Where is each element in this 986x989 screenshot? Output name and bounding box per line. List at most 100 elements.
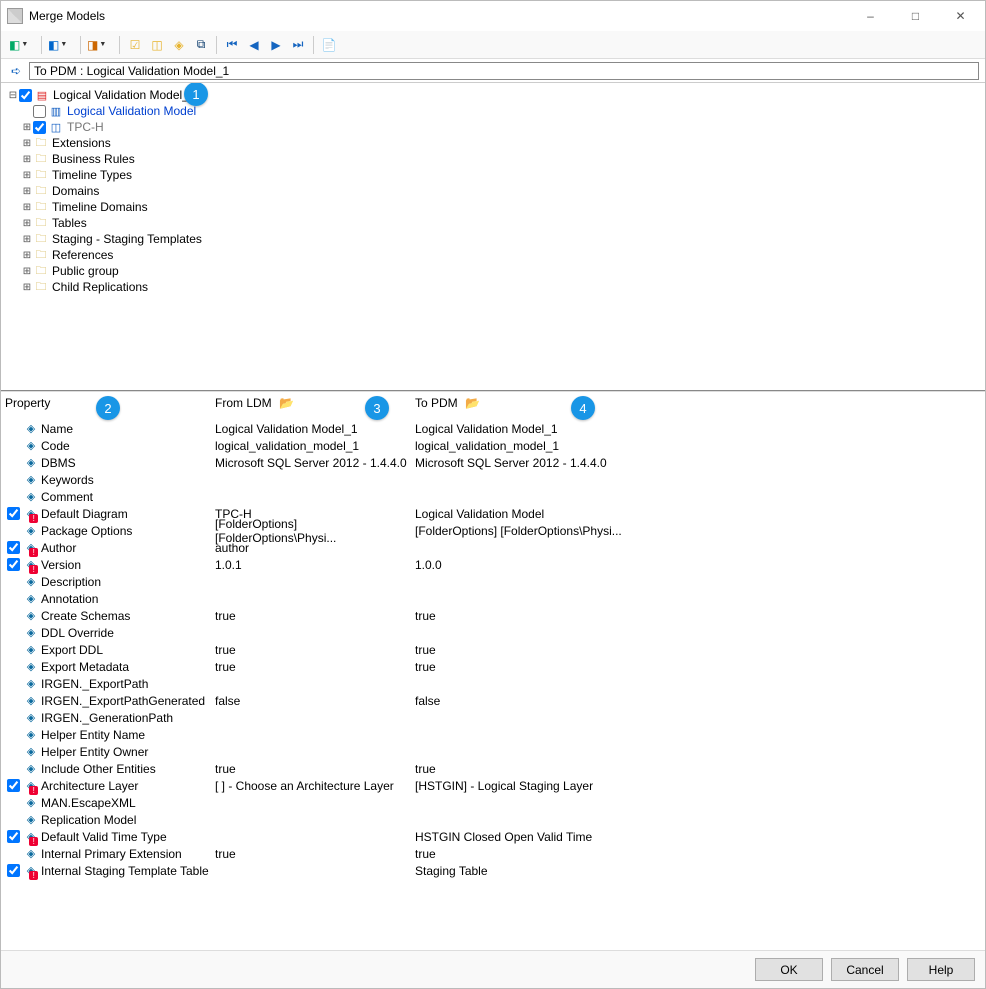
toolbar-button-3[interactable]: ◨▼ [87,38,113,52]
expander-icon[interactable]: ⊞ [21,218,33,229]
toolbar-button-6[interactable]: ◈ [170,36,188,54]
property-icon: ◈ [23,439,39,452]
property-row[interactable]: ◈Annotation [1,590,985,607]
toolbar-button-1[interactable]: ◧▼ [9,38,35,52]
property-row[interactable]: ◈NameLogical Validation Model_1Logical V… [1,420,985,437]
property-row[interactable]: ◈Export DDLtruetrue [1,641,985,658]
expander-icon[interactable]: ⊞ [21,122,33,133]
property-row[interactable]: ◈Export Metadatatruetrue [1,658,985,675]
toolbar-button-doc[interactable]: 📄 [320,36,338,54]
property-icon: ◈ [23,626,39,639]
nav-first-button[interactable]: ⏮ [223,36,241,54]
nav-next-button[interactable]: ▶ [267,36,285,54]
property-row[interactable]: ◈Replication Model [1,811,985,828]
callout-3: 3 [365,396,389,420]
tree-item-tpch[interactable]: ⊞ ◫ TPC-H [21,119,979,135]
property-row[interactable]: ◈DDL Override [1,624,985,641]
tree-root-checkbox[interactable] [19,89,32,102]
tree-item-business-rules[interactable]: ⊞🗀Business Rules [21,151,979,167]
property-name: Code [39,439,70,453]
expander-icon[interactable]: ⊟ [7,90,19,101]
property-checkbox[interactable] [7,541,20,554]
property-row[interactable]: ◈Default DiagramTPC-HLogical Validation … [1,505,985,522]
tree-item-label: Extensions [52,136,111,150]
tree-item-child-replications[interactable]: ⊞🗀Child Replications [21,279,979,295]
property-row[interactable]: ◈Comment [1,488,985,505]
toolbar-button-2[interactable]: ◧▼ [48,38,74,52]
panel-icon[interactable]: 📂 [280,396,294,410]
property-row[interactable]: ◈IRGEN._ExportPath [1,675,985,692]
tree-item-timeline-types[interactable]: ⊞🗀Timeline Types [21,167,979,183]
property-checkbox[interactable] [7,779,20,792]
tree-item-references[interactable]: ⊞🗀References [21,247,979,263]
property-name: IRGEN._ExportPathGenerated [39,694,205,708]
property-row[interactable]: ◈Create Schemastruetrue [1,607,985,624]
help-button[interactable]: Help [907,958,975,981]
property-checkbox[interactable] [7,507,20,520]
maximize-button[interactable]: □ [893,2,938,30]
tree-item-domains[interactable]: ⊞🗀Domains [21,183,979,199]
toolbar-button-7[interactable]: ⧉ [192,36,210,54]
property-row[interactable]: ◈MAN.EscapeXML [1,794,985,811]
tree-item-logical-validation-model[interactable]: ▥ Logical Validation Model [21,103,979,119]
property-icon: ◈ [23,711,39,724]
property-checkbox[interactable] [7,558,20,571]
tree-item-public-group[interactable]: ⊞🗀Public group [21,263,979,279]
expander-icon[interactable]: ⊞ [21,250,33,261]
property-row[interactable]: ◈Internal Staging Template TableStaging … [1,862,985,879]
nav-last-button[interactable]: ⏭ [289,36,307,54]
property-checkbox[interactable] [7,830,20,843]
tree-item-staging-templates[interactable]: ⊞🗀Staging - Staging Templates [21,231,979,247]
property-row[interactable]: ◈Default Valid Time TypeHSTGIN Closed Op… [1,828,985,845]
tree-checkbox[interactable] [33,105,46,118]
tree-item-timeline-domains[interactable]: ⊞🗀Timeline Domains [21,199,979,215]
toolbar-button-4[interactable]: ☑ [126,36,144,54]
property-name: Create Schemas [39,609,130,623]
nav-prev-button[interactable]: ◀ [245,36,263,54]
tree[interactable]: ⊟ ▤ Logical Validation Model_1 ▥ Logical… [7,87,979,295]
close-button[interactable]: ✕ [938,2,983,30]
expander-icon[interactable]: ⊞ [21,154,33,165]
property-row[interactable]: ◈IRGEN._GenerationPath [1,709,985,726]
property-icon: ◈ [23,575,39,588]
tree-root[interactable]: ⊟ ▤ Logical Validation Model_1 [7,87,979,103]
dialog-footer: OK Cancel Help [1,950,985,988]
location-input[interactable] [29,62,979,80]
expander-icon[interactable]: ⊞ [21,266,33,277]
property-icon: ◈ [23,745,39,758]
property-row[interactable]: ◈Authorauthor [1,539,985,556]
ok-button[interactable]: OK [755,958,823,981]
tree-item-extensions[interactable]: ⊞🗀Extensions [21,135,979,151]
property-to-value: true [411,762,711,776]
property-row[interactable]: ◈Internal Primary Extensiontruetrue [1,845,985,862]
property-row[interactable]: ◈Codelogical_validation_model_1logical_v… [1,437,985,454]
minimize-button[interactable]: – [848,2,893,30]
property-checkbox[interactable] [7,864,20,877]
property-row[interactable]: ◈Helper Entity Owner [1,743,985,760]
property-row[interactable]: ◈Description [1,573,985,590]
property-row[interactable]: ◈Helper Entity Name [1,726,985,743]
cancel-button[interactable]: Cancel [831,958,899,981]
property-row[interactable]: ◈Keywords [1,471,985,488]
expander-icon[interactable]: ⊞ [21,282,33,293]
property-from-value: Logical Validation Model_1 [211,422,411,436]
property-row[interactable]: ◈Version1.0.11.0.0 [1,556,985,573]
property-row[interactable]: ◈IRGEN._ExportPathGeneratedfalsefalse [1,692,985,709]
property-row[interactable]: ◈Include Other Entitiestruetrue [1,760,985,777]
expander-icon[interactable]: ⊞ [21,170,33,181]
toolbar-button-5[interactable]: ◫ [148,36,166,54]
tree-checkbox[interactable] [33,121,46,134]
tree-item-tables[interactable]: ⊞🗀Tables [21,215,979,231]
expander-icon[interactable]: ⊞ [21,186,33,197]
property-row[interactable]: ◈Architecture Layer[ ] - Choose an Archi… [1,777,985,794]
property-row[interactable]: ◈DBMSMicrosoft SQL Server 2012 - 1.4.4.0… [1,454,985,471]
panel-icon[interactable]: 📂 [466,396,480,410]
property-row[interactable]: ◈Package Options[FolderOptions] [FolderO… [1,522,985,539]
expander-icon[interactable]: ⊞ [21,234,33,245]
expander-icon[interactable]: ⊞ [21,138,33,149]
toolbar-sep [119,36,120,54]
diagram-icon: ▥ [48,104,64,118]
property-grid[interactable]: 2 3 4 Property From LDM📂 To PDM📂 ◈NameLo… [1,392,985,881]
property-name: Helper Entity Name [39,728,145,742]
expander-icon[interactable]: ⊞ [21,202,33,213]
